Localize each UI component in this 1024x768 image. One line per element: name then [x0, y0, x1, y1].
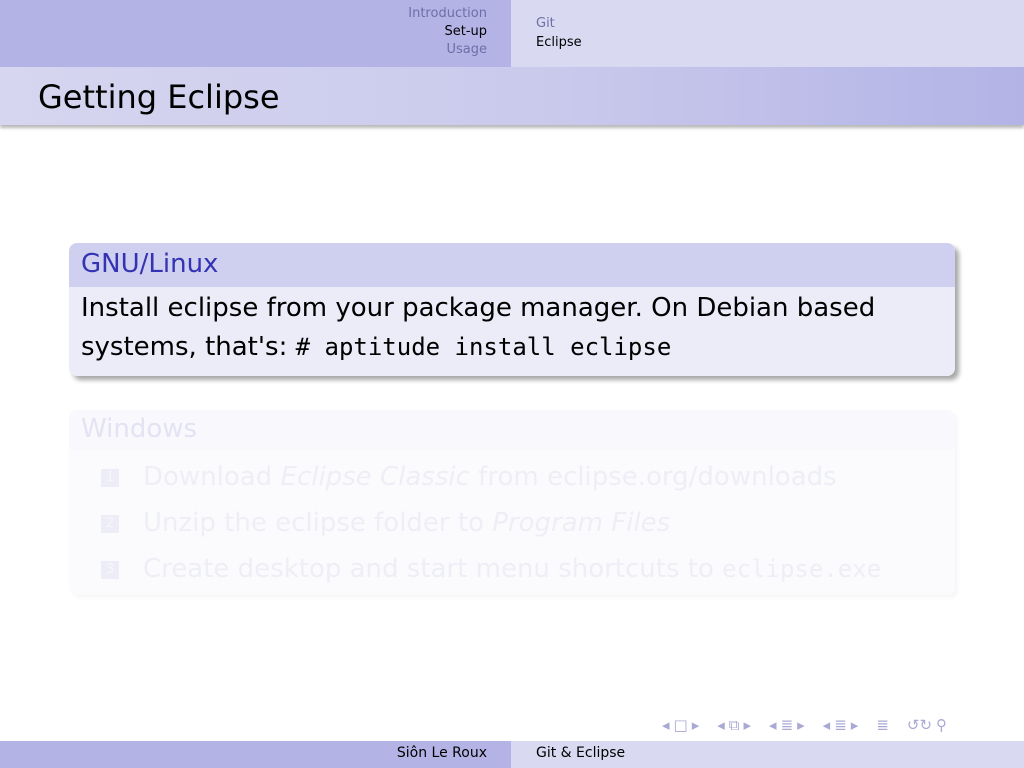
prev-arrow-icon[interactable]: ◂ [767, 716, 779, 734]
block-body: 1 Download Eclipse Classic from eclipse.o… [69, 450, 955, 595]
section-list: Introduction Set-up Usage [408, 5, 487, 59]
footer-title-box: Git & Eclipse [511, 741, 1024, 768]
block-title: GNU/Linux [81, 249, 219, 279]
block-text-line: systems, that's: # aptitude install ecli… [81, 332, 671, 362]
block-header: Windows [69, 410, 955, 450]
next-arrow-icon[interactable]: ▸ [849, 716, 861, 734]
back-forward-search-icon[interactable]: ↺↻ [905, 716, 934, 734]
item-number: 3 [101, 560, 119, 579]
subsection-nav: Git Eclipse [511, 0, 1024, 67]
list-item: 2 Unzip the eclipse folder to Program Fil… [101, 508, 670, 538]
list-item: 3 Create desktop and start menu shortcuts… [101, 554, 881, 584]
block-windows: Windows 1 Download Eclipse Classic from e… [69, 410, 955, 595]
next-arrow-icon[interactable]: ▸ [742, 716, 754, 734]
footer-author-box: Siôn Le Roux [0, 741, 511, 768]
nav-section-introduction[interactable]: Introduction [408, 5, 487, 23]
navigation-symbols: ◂ □ ▸ ◂ ⧉ ▸ ◂ ≣ ▸ ◂ ≣ ▸ ≣ ↺↻ ⚲ [660, 714, 949, 736]
item-text: Unzip the eclipse folder to [143, 508, 493, 538]
block-header: GNU/Linux [69, 243, 955, 287]
footer-author: Siôn Le Roux [396, 745, 487, 761]
item-number: 2 [101, 514, 119, 533]
prev-arrow-icon[interactable]: ◂ [821, 716, 833, 734]
nav-section-usage[interactable]: Usage [408, 41, 487, 59]
frame-title-bar: Getting Eclipse [0, 67, 1024, 125]
item-emphasis: Program Files [492, 508, 671, 538]
appendix-icon[interactable]: ≣ [874, 716, 891, 734]
block-gnu-linux: GNU/Linux Install eclipse from your pack… [69, 243, 955, 376]
header-navigation: Introduction Set-up Usage Git Eclipse [0, 0, 1024, 67]
next-arrow-icon[interactable]: ▸ [690, 716, 702, 734]
frame-icon[interactable]: □ [672, 716, 690, 734]
section-icon[interactable]: ≣ [779, 716, 796, 734]
footer: Siôn Le Roux Git & Eclipse [0, 741, 1024, 768]
prev-arrow-icon[interactable]: ◂ [660, 716, 672, 734]
nav-subsection-eclipse[interactable]: Eclipse [536, 33, 582, 52]
list-item: 1 Download Eclipse Classic from eclipse.o… [101, 462, 837, 492]
item-text: from eclipse.org/downloads [469, 462, 837, 492]
subsection-list: Git Eclipse [536, 14, 582, 52]
block-text-line: Install eclipse from your package manage… [81, 293, 876, 323]
block-title: Windows [81, 414, 198, 444]
section-nav: Introduction Set-up Usage [0, 0, 511, 67]
search-icon[interactable]: ⚲ [934, 716, 949, 734]
block-body: Install eclipse from your package manage… [69, 287, 955, 376]
item-number: 1 [101, 468, 119, 487]
nav-subsection-git[interactable]: Git [536, 14, 582, 33]
next-arrow-icon[interactable]: ▸ [795, 716, 807, 734]
item-code: eclipse.exe [722, 555, 882, 583]
block-text: systems, that's: [81, 332, 296, 362]
prev-arrow-icon[interactable]: ◂ [715, 716, 727, 734]
item-text: Download [143, 462, 281, 492]
frame-title: Getting Eclipse [38, 78, 280, 116]
subsection-icon[interactable]: ⧉ [727, 716, 742, 734]
presentation-icon[interactable]: ≣ [832, 716, 849, 734]
item-emphasis: Eclipse Classic [280, 462, 470, 492]
nav-section-setup[interactable]: Set-up [408, 23, 487, 41]
install-command: # aptitude install eclipse [295, 333, 672, 361]
item-text: Create desktop and start menu shortcuts … [143, 554, 723, 584]
footer-short-title: Git & Eclipse [536, 745, 626, 761]
